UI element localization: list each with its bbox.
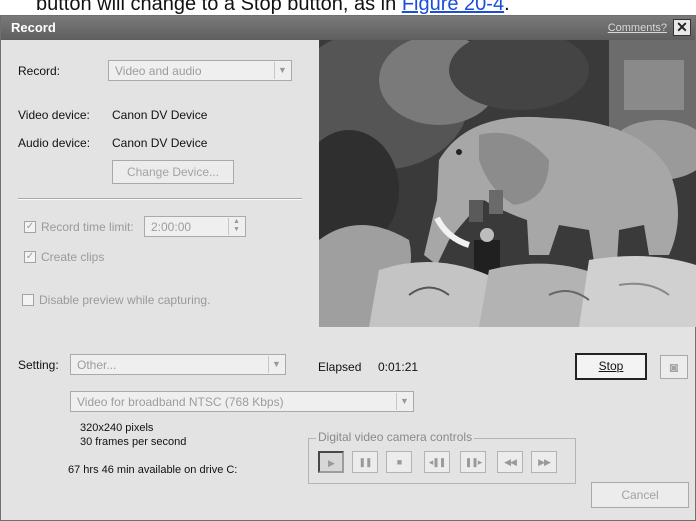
fast-forward-icon[interactable]: ▶▶: [531, 451, 557, 473]
video-device-value: Canon DV Device: [112, 108, 208, 122]
stop-button-label: Stop: [598, 359, 624, 373]
dialog-title: Record: [11, 20, 56, 35]
time-limit-spinner[interactable]: 2:00:00 ▲ ▼: [144, 216, 246, 237]
spinner-arrows-icon: ▲ ▼: [228, 218, 244, 235]
record-dropdown-value: Video and audio: [115, 64, 202, 78]
figure-link[interactable]: Figure 20-4: [402, 0, 504, 15]
previous-frame-icon[interactable]: ◂❚❚: [424, 451, 450, 473]
title-bar: Record Comments? ✕: [1, 16, 695, 40]
chevron-down-icon: ▼: [396, 393, 412, 410]
disable-preview-label: Disable preview while capturing.: [39, 293, 211, 307]
cancel-button[interactable]: Cancel: [591, 482, 689, 508]
time-limit-checkbox[interactable]: ✓: [24, 221, 36, 233]
setting-dropdown-value: Other...: [77, 358, 117, 372]
time-limit-value: 2:00:00: [151, 220, 192, 234]
change-device-button[interactable]: Change Device...: [112, 160, 234, 184]
setting-label: Setting:: [18, 358, 59, 372]
chevron-down-icon: ▼: [268, 356, 284, 373]
camera-controls-title: Digital video camera controls: [316, 430, 475, 444]
next-frame-icon[interactable]: ❚❚▸: [460, 451, 486, 473]
audio-device-label: Audio device:: [18, 136, 91, 150]
create-clips-label: Create clips: [41, 250, 105, 264]
pause-icon[interactable]: ❚❚: [352, 451, 378, 473]
close-icon[interactable]: ✕: [673, 19, 691, 36]
elapsed-label: Elapsed: [318, 360, 362, 374]
disk-space-text: 67 hrs 46 min available on drive C:: [68, 464, 238, 476]
comments-link[interactable]: Comments?: [608, 22, 667, 34]
elephant-preview-image: [319, 40, 696, 327]
setting-dropdown[interactable]: Other... ▼: [70, 354, 286, 375]
framerate-text: 30 frames per second: [80, 436, 187, 448]
play-icon[interactable]: ▶: [318, 451, 344, 473]
camera-icon[interactable]: ◙: [660, 355, 688, 379]
elapsed-value: 0:01:21: [378, 360, 419, 374]
disable-preview-checkbox[interactable]: [22, 294, 34, 306]
stop-icon[interactable]: ■: [386, 451, 412, 473]
page-text-suffix: .: [504, 0, 510, 15]
stop-button[interactable]: Stop: [575, 353, 647, 380]
separator: [18, 198, 302, 200]
record-label: Record:: [18, 64, 61, 78]
resolution-text: 320x240 pixels: [80, 422, 154, 434]
time-limit-label: Record time limit:: [41, 220, 134, 234]
create-clips-checkbox[interactable]: ✓: [24, 251, 36, 263]
record-dropdown[interactable]: Video and audio ▼: [108, 60, 292, 81]
rewind-icon[interactable]: ◀◀: [497, 451, 523, 473]
profile-dropdown-value: Video for broadband NTSC (768 Kbps): [77, 395, 284, 409]
video-preview: [319, 40, 696, 327]
profile-dropdown[interactable]: Video for broadband NTSC (768 Kbps) ▼: [70, 391, 414, 412]
video-device-label: Video device:: [18, 108, 90, 122]
audio-device-value: Canon DV Device: [112, 136, 208, 150]
page-text-prefix: button will change to a Stop button, as …: [36, 0, 402, 15]
chevron-down-icon: ▼: [274, 62, 290, 79]
